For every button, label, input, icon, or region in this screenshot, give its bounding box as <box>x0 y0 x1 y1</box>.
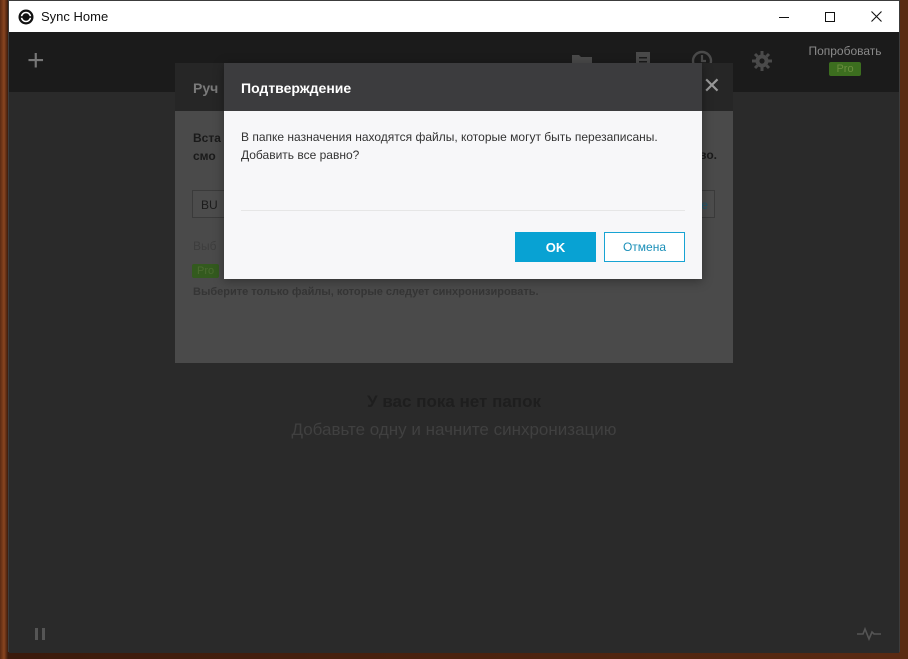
maximize-button[interactable] <box>807 1 853 32</box>
maximize-icon <box>825 11 835 22</box>
add-folder-button[interactable]: + <box>27 46 45 76</box>
dialog-divider <box>241 210 685 211</box>
gear-icon[interactable] <box>751 50 773 72</box>
manual-dialog-title: Руч <box>193 80 219 96</box>
selective-sync-label: Выб <box>193 239 217 253</box>
confirmation-dialog-header: Подтверждение <box>224 63 702 111</box>
selective-sync-pro-badge: Pro <box>192 264 220 278</box>
window-title: Sync Home <box>41 9 109 24</box>
manual-dialog-close-icon[interactable]: ✕ <box>703 75 721 97</box>
activity-icon[interactable] <box>857 627 881 641</box>
try-pro-button[interactable]: Попробовать Pro <box>791 32 899 92</box>
ok-button[interactable]: OK <box>515 232 596 262</box>
sync-logo-icon <box>18 9 34 24</box>
selective-sync-hint: Выберите только файлы, которые следует с… <box>193 286 539 298</box>
confirmation-dialog-message: В папке назначения находятся файлы, кото… <box>241 128 691 164</box>
try-pro-label: Попробовать <box>808 44 882 58</box>
title-bar: Sync Home <box>9 1 899 32</box>
pro-badge: Pro <box>829 62 861 76</box>
close-icon <box>870 11 882 22</box>
window-controls <box>761 1 899 32</box>
minimize-icon <box>779 16 789 18</box>
app-window: Sync Home + Попробовать Pro У вас пока н… <box>8 0 900 653</box>
pause-icon[interactable] <box>33 627 47 641</box>
confirmation-message-line1: В папке назначения находятся файлы, кото… <box>241 130 658 144</box>
confirmation-message-line2: Добавить все равно? <box>241 148 360 162</box>
confirmation-dialog-title: Подтверждение <box>241 80 352 96</box>
empty-state-title: У вас пока нет папок <box>367 392 541 411</box>
link-key-value: BU <box>201 198 218 212</box>
empty-state-subtitle: Добавьте одну и начните синхронизацию <box>291 420 617 439</box>
cancel-button[interactable]: Отмена <box>604 232 685 262</box>
minimize-button[interactable] <box>761 1 807 32</box>
close-window-button[interactable] <box>853 1 899 32</box>
confirmation-dialog: Подтверждение В папке назначения находят… <box>224 63 702 279</box>
